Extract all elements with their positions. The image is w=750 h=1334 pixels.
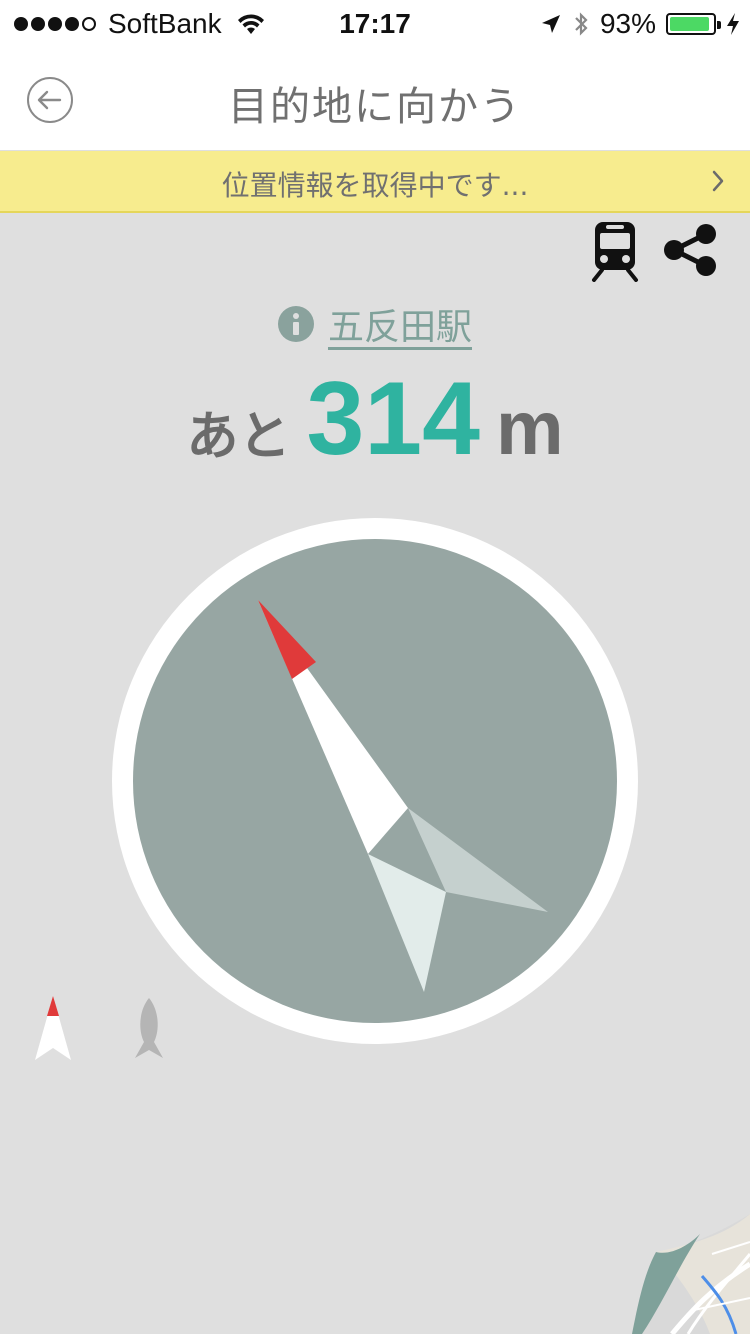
destination-link[interactable]: 五反田駅 — [328, 298, 472, 350]
north-indicator-icon — [35, 996, 71, 1060]
distance-display: あと 314 m — [0, 360, 750, 479]
compass-dial — [112, 518, 638, 1044]
charging-bolt-icon — [727, 13, 739, 35]
destination-row: 五反田駅 — [0, 298, 750, 350]
map-corner-peel[interactable] — [632, 1214, 750, 1334]
battery-icon — [666, 13, 721, 35]
navigation-bar: 目的地に向かう — [0, 50, 750, 150]
chevron-right-icon — [712, 170, 724, 192]
distance-unit: m — [495, 386, 564, 471]
bluetooth-icon — [575, 12, 588, 36]
status-bar: SoftBank 17:17 93% — [0, 0, 750, 50]
share-icon[interactable] — [662, 222, 718, 278]
fish-icon[interactable] — [132, 996, 166, 1060]
location-status-banner[interactable]: 位置情報を取得中です... — [0, 151, 750, 213]
distance-value: 314 — [306, 361, 480, 477]
page-title: 目的地に向かう — [228, 84, 522, 130]
battery-fill — [670, 17, 709, 31]
location-arrow-icon — [541, 15, 560, 33]
status-bar-right: 93% — [540, 8, 740, 40]
battery-percent: 93% — [599, 8, 656, 39]
location-status-text: 位置情報を取得中です... — [221, 169, 529, 202]
train-icon[interactable] — [590, 220, 640, 282]
distance-prefix: あと — [186, 407, 291, 467]
info-icon[interactable] — [277, 306, 314, 342]
